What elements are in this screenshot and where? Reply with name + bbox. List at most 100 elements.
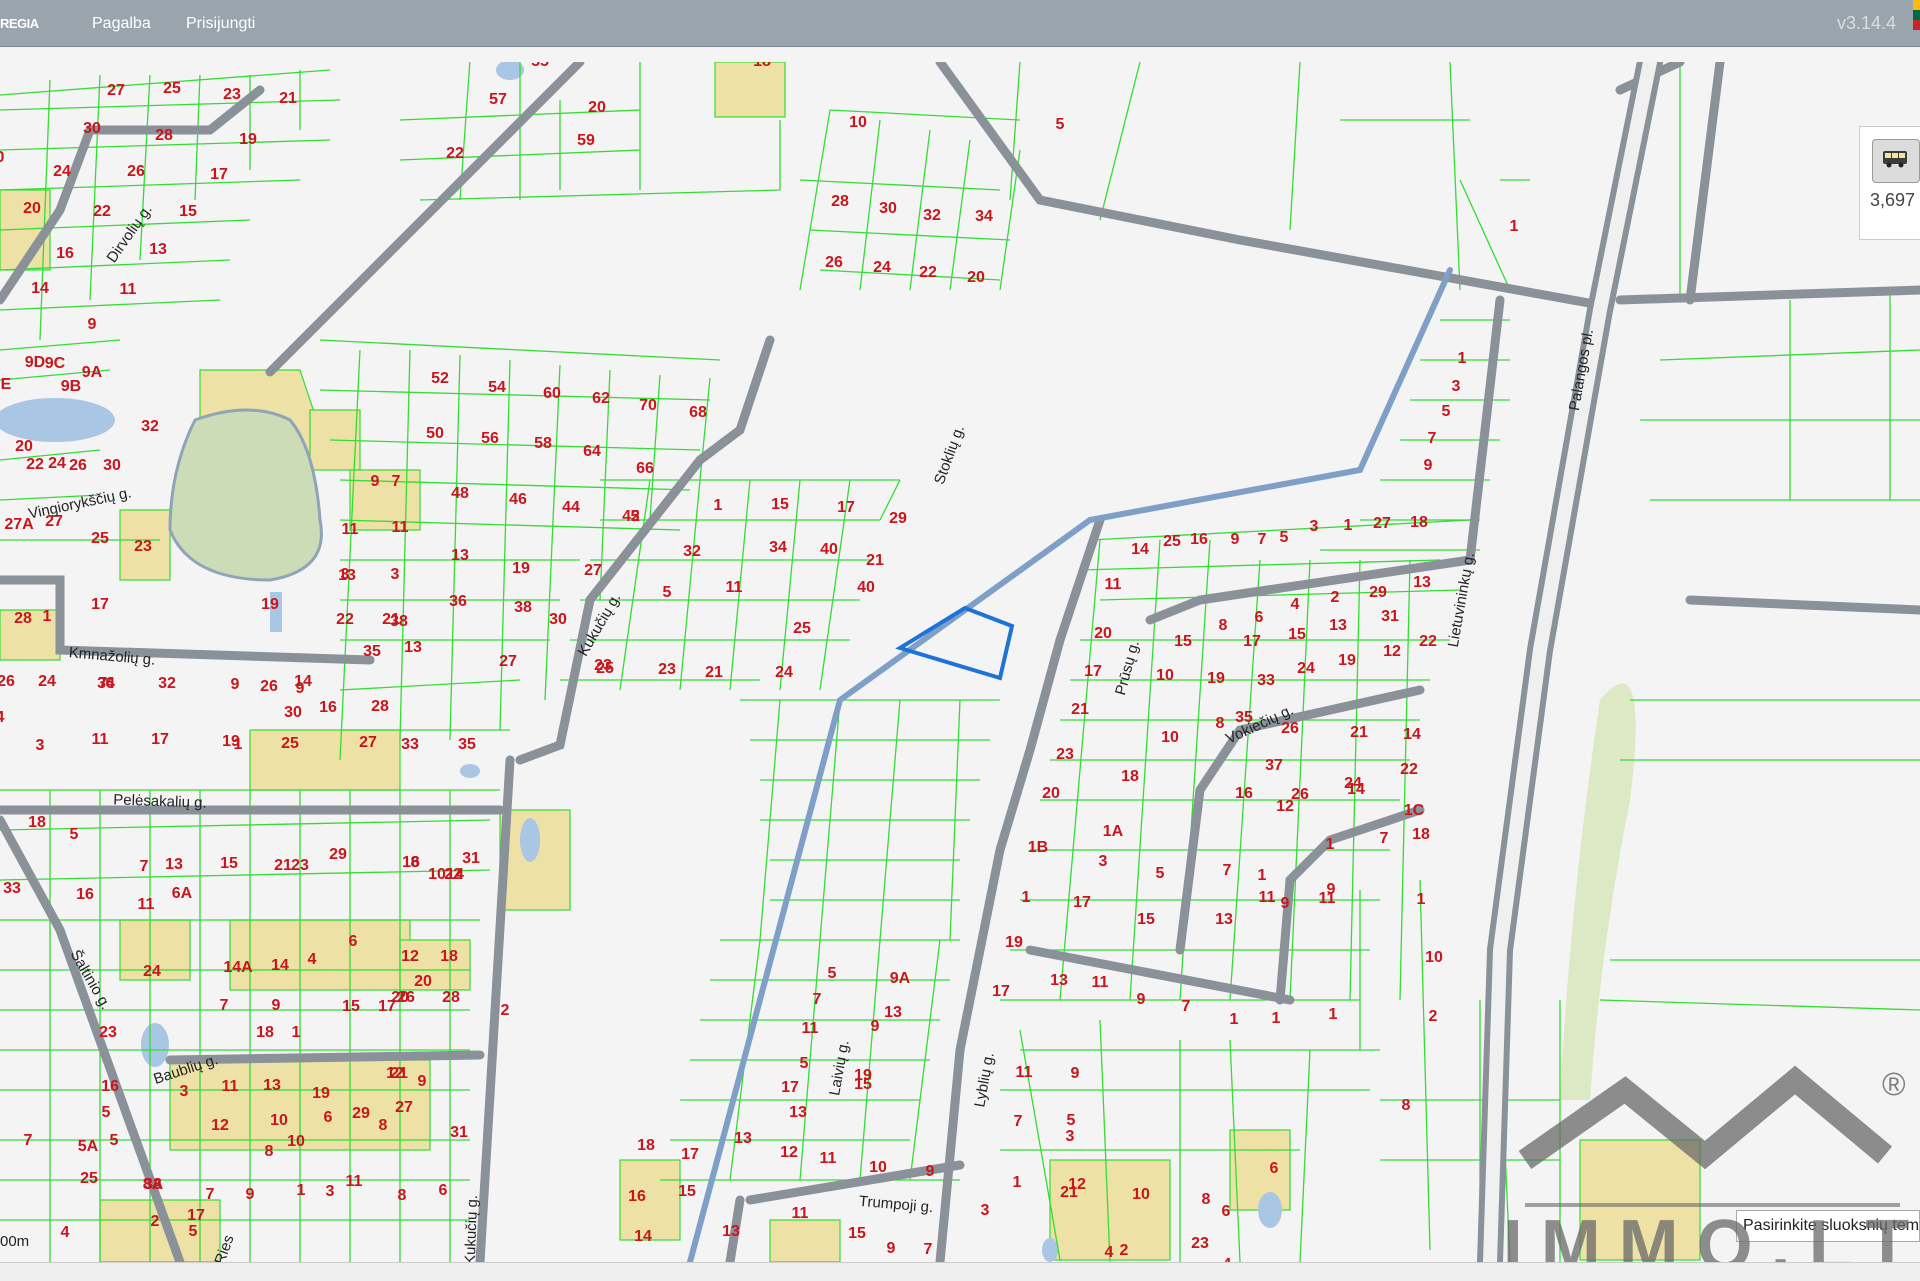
parcel-number-label: 24 xyxy=(1297,660,1315,677)
parcel-number-label: 3 xyxy=(1310,518,1319,535)
parcel-number-label: 1 xyxy=(1458,350,1467,367)
parcel-number-label: 23 xyxy=(658,661,676,678)
parcel-number-label: 1 xyxy=(1013,1174,1022,1191)
parcel-number-label: 32 xyxy=(683,543,701,560)
parcel-number-label: 19 xyxy=(1005,934,1023,951)
parcel-number-label: 18 xyxy=(753,62,771,70)
parcel-number-label: 57 xyxy=(489,91,507,108)
parcel-number-label: 35 xyxy=(458,736,476,753)
parcel-number-label: 21 xyxy=(705,664,723,681)
parcel-number-label: 15 xyxy=(1174,633,1192,650)
parcel-number-label: 9B xyxy=(61,378,81,395)
parcel-number-label: 44 xyxy=(562,499,580,516)
layer-count-label: 3,697 xyxy=(1870,190,1916,210)
parcel-number-label: 18 xyxy=(1121,768,1139,785)
parcel-number-label: 11 xyxy=(222,1078,239,1095)
parcel-number-label: 17 xyxy=(187,1207,205,1224)
parcel-number-label: 30 xyxy=(83,120,101,137)
parcel-number-label: 32 xyxy=(141,418,159,435)
parcel-number-label: 17 xyxy=(210,166,228,183)
parcel-number-label: 33 xyxy=(401,736,419,753)
parcel-number-label: 3 xyxy=(1099,853,1108,870)
parcel-number-label: 16 xyxy=(628,1188,646,1205)
parcel-number-label: 22 xyxy=(446,145,464,162)
parcel-number-label: 9A xyxy=(890,970,911,987)
street-label: Pelėsakalių g. xyxy=(113,791,207,811)
menu-login-link[interactable]: Prisijungti xyxy=(186,15,255,33)
parcel-number-label: 6 xyxy=(349,933,358,950)
parcel-number-label: 12 xyxy=(401,948,419,965)
parcel-number-label: 9 xyxy=(887,1240,896,1257)
parcel-number-label: 18 xyxy=(1412,826,1430,843)
layer-theme-select[interactable]: Pasirinkite sluoksnių tem xyxy=(1736,1210,1920,1242)
parcel-number-label: 12 xyxy=(1068,1176,1086,1193)
parcel-number-label: 46 xyxy=(509,491,527,508)
cadastral-map[interactable]: 5518272523215720105302819225902426172830… xyxy=(0,62,1920,1262)
parcel-number-label: 27 xyxy=(107,82,125,99)
parcel-number-label: 14 xyxy=(31,280,49,297)
parcel-number-label: 58 xyxy=(534,435,552,452)
parcel-number-label: 5 xyxy=(1442,403,1451,420)
parcel-number-label: 3 xyxy=(36,737,45,754)
parcel-number-label: 4 xyxy=(1291,596,1300,613)
parcel-number-label: 12 xyxy=(1383,643,1401,660)
parcel-number-label: 3 xyxy=(180,1083,189,1100)
parcel-number-label: 19 xyxy=(222,733,240,750)
map-scale-label: 00m xyxy=(0,1233,30,1250)
parcel-number-label: 27 xyxy=(584,562,602,579)
parcel-number-label: 13 xyxy=(722,1223,740,1240)
parcel-number-label: 16 xyxy=(101,1078,119,1095)
parcel-number-label: 8 xyxy=(1219,617,1228,634)
parcel-number-label: 68 xyxy=(689,404,707,421)
parcel-number-label: 10 xyxy=(869,1159,887,1176)
parcel-number-label: 7 xyxy=(24,1132,33,1149)
parcel-number-label: 28 xyxy=(155,127,173,144)
menu-help-link[interactable]: Pagalba xyxy=(92,15,151,33)
parcel-number-label: 9 xyxy=(88,316,97,333)
parcel-number-label: 15 xyxy=(848,1225,866,1242)
parcel-number-label: 25 xyxy=(80,1170,98,1187)
parcel-number-label: 17 xyxy=(151,731,169,748)
parcel-number-label: 25 xyxy=(1163,533,1181,550)
parcel-number-label: 11 xyxy=(342,521,359,538)
parcel-number-label: 7 xyxy=(1380,830,1389,847)
parcel-number-label: 13 xyxy=(789,1104,807,1121)
parcel-number-label: 36 xyxy=(449,593,467,610)
app-brand[interactable]: REGIA xyxy=(0,16,39,31)
parcel-number-label: 9 xyxy=(272,997,281,1014)
parcel-number-label: 21 xyxy=(1350,724,1368,741)
parcel-number-label: 33 xyxy=(1257,672,1275,689)
parcel-number-label: 13 xyxy=(734,1130,752,1147)
parcel-number-label: 16 xyxy=(402,854,420,871)
parcel-number-label: 26 xyxy=(260,678,278,695)
parcel-number-label: 22 xyxy=(336,611,354,628)
parcel-number-label: 7 xyxy=(924,1241,933,1258)
parcel-number-label: 9 xyxy=(1327,881,1336,898)
parcel-number-label: 10 xyxy=(1132,1186,1150,1203)
parcel-number-label: 22 xyxy=(444,866,462,883)
parcel-number-label: 60 xyxy=(543,385,561,402)
parcel-number-label: 22 xyxy=(93,203,111,220)
parcel-number-label: 25 xyxy=(163,80,181,97)
parcel-number-label: 15 xyxy=(854,1076,872,1093)
parcel-number-label: 20 xyxy=(1042,785,1060,802)
lithuania-flag-icon[interactable] xyxy=(1913,0,1920,30)
parcel-number-label: 31 xyxy=(462,850,480,867)
parcel-number-label: 17 xyxy=(91,596,109,613)
parcel-number-label: 6 xyxy=(439,1182,448,1199)
parcel-number-label: 23 xyxy=(223,86,241,103)
parcel-number-label: 1 xyxy=(1510,218,1519,235)
parcel-number-label: 34 xyxy=(769,539,787,556)
parcel-number-label: 9 xyxy=(926,1163,935,1180)
parcel-number-label: E xyxy=(1,376,12,393)
layers-widget: 3,697 xyxy=(1859,126,1920,240)
parcel-number-label: 5 xyxy=(828,965,837,982)
parcel-number-label: 29 xyxy=(329,846,347,863)
parcel-number-label: 1 xyxy=(297,1182,306,1199)
transport-layer-button[interactable] xyxy=(1872,139,1920,183)
parcel-number-label: 23 xyxy=(99,1024,117,1041)
parcel-number-label: 5 xyxy=(70,826,79,843)
parcel-number-label: 9 xyxy=(1424,457,1433,474)
parcel-number-label: 40 xyxy=(820,541,838,558)
parcel-number-label: 28 xyxy=(371,698,389,715)
